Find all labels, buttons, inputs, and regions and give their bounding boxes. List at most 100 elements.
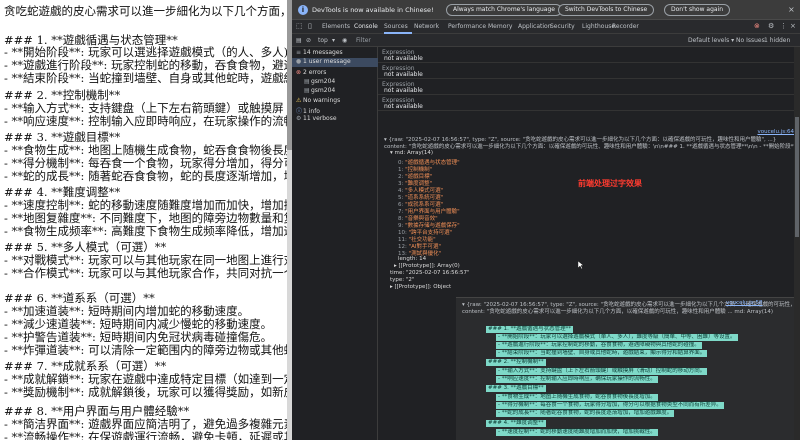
array-length: length: 14	[398, 256, 427, 262]
document-line: - **加速道装**: 短時期间内增加蛇的移動速度。	[4, 304, 250, 318]
sidebar-item-label: 1 info	[303, 108, 320, 115]
file-icon: ▤	[304, 78, 310, 85]
document-line: - **地图复雜度**: 不同難度下，地图的障旁边物數量和复雜	[4, 211, 290, 225]
clear-console-icon[interactable]: ⊘	[306, 37, 311, 44]
document-line: - **对戰模式**: 玩家可以与其他玩家在同一地图上進行对戰	[4, 253, 290, 267]
document-line: - **流畅操作**: 在保遊戲運行流畅，避免卡頓，延遲或其	[4, 430, 290, 440]
document-line: ### 2. **控制機制**	[4, 88, 121, 102]
switch-to-chinese-button[interactable]: Switch DevTools to Chinese	[558, 4, 655, 16]
sidebar-item-user[interactable]: ● 1 user message	[292, 58, 378, 67]
error-count-icon[interactable]: ⊗	[754, 22, 760, 30]
highlighted-text-line: ### 2. **控制機制**	[486, 359, 546, 366]
document-line: - **獎励機制**: 成就解鎖後，玩家可以獲得獎励，如新皮肤	[4, 385, 290, 399]
tab-application[interactable]: Application	[518, 23, 552, 30]
document-line: ### 3. **遊戲目標**	[4, 130, 121, 144]
highlighted-text-line: ### 1. **遊戲循遇与状态管理**	[486, 326, 574, 333]
document-line: - **食物生成**: 地图上随機生成食物，蛇吞食食物後長度增	[4, 143, 290, 157]
tab-sources[interactable]: Sources	[384, 23, 408, 30]
highlighted-text-line: - **响应速度**：控制输入应即時响应，确保玩家操作的流畅性。	[496, 376, 658, 383]
sidebar-item-label: 11 verbose	[303, 115, 337, 122]
document-line: - **合作模式**: 玩家可以与其他玩家合作，共同对抗一个挑	[4, 266, 290, 280]
filter-input[interactable]: Filter	[356, 37, 371, 44]
highlighted-text-line: ### 3. **遊戲目標**	[486, 385, 546, 392]
tab-elements[interactable]: Elements	[322, 23, 350, 30]
time-field: time: "2025-02-07 16:56:57"	[390, 270, 470, 276]
prototype-row: ▸ [[Prototype]]: Object	[390, 284, 452, 290]
document-line: 贪吃蛇遊戲的皮心需求可以進一步細化为以下几个方面，以年保	[4, 4, 290, 18]
context-selector[interactable]: top	[318, 37, 328, 44]
devtools-tabbar: ⬚ ▯ Elements Console Sources Network Perform…	[292, 20, 800, 34]
sidebar-item-file[interactable]: ▤gsm204	[292, 78, 378, 87]
expression-value: not available	[384, 87, 423, 94]
info-icon: ⓘ	[296, 108, 303, 115]
tab-performance[interactable]: Performance	[448, 23, 486, 30]
expression-row: Expression not available	[378, 95, 800, 111]
console-scroll-thumb[interactable]	[795, 117, 799, 237]
devtools-panel: i DevTools is now available in Chinese! …	[292, 0, 800, 440]
highlighted-text-line: - **速度控制**：蛇的移動速度随難度增加而加快，增加挑戰性。	[496, 429, 658, 436]
tab-lighthouse[interactable]: Lighthouse	[582, 23, 615, 30]
sidebar-item-verbose[interactable]: ⚙ 11 verbose	[292, 115, 378, 124]
list-icon: ≡	[296, 49, 302, 56]
document-line: - **開始阶段**: 玩家可以選逃择遊戲模式（的人、多人)、	[4, 45, 290, 59]
document-line: - **遊戲進行阶段**: 玩家控制蛇的移動，吞食食物，避遇障	[4, 58, 290, 72]
sidebar-item-label: gsm204	[311, 78, 336, 85]
mouse-cursor-icon	[578, 261, 584, 269]
highlighted-text-line: ### 4. **難度调整**	[486, 420, 546, 427]
document-line: ### 4. **難度调整**	[4, 185, 121, 199]
document-line: - **蛇的成長**: 随著蛇吞食食物，蛇的長度逐渐增加，增加	[4, 169, 290, 183]
console-sidebar: ≡ 14 messages ● 1 user message ⊗ 2 errors ▤gsm…	[292, 47, 378, 440]
array-header[interactable]: ▾ md: Array(14)	[390, 150, 433, 156]
dont-show-again-button[interactable]: Don't show again	[664, 4, 731, 16]
expression-value: not available	[384, 71, 423, 78]
sidebar-item-file[interactable]: ▤gsm204	[292, 87, 378, 96]
gear-icon[interactable]: ⚙	[768, 22, 774, 30]
console-scrollbar[interactable]	[794, 47, 800, 440]
user-icon: ●	[296, 58, 302, 65]
tab-security[interactable]: Security	[550, 23, 575, 30]
document-line: ### 7. **成就系系（可選）**	[4, 359, 167, 373]
chevron-down-icon[interactable]: ▾	[332, 37, 335, 44]
log-source-link: voucelu.js:58	[726, 300, 763, 306]
tab-recorder[interactable]: Recorder	[612, 23, 639, 30]
type-field: type: "2"	[390, 277, 415, 283]
sidebar-item-list[interactable]: ≡ 14 messages	[292, 49, 378, 58]
tab-memory[interactable]: Memory	[488, 23, 512, 30]
sidebar-item-label: 14 messages	[303, 49, 343, 56]
tab-network[interactable]: Network	[414, 23, 439, 30]
expression-value: not available	[384, 55, 423, 62]
close-icon[interactable]: ×	[788, 5, 795, 14]
sidebar-item-warn[interactable]: ⚠ No warnings	[292, 97, 378, 106]
device-toggle-icon[interactable]: ▯	[308, 22, 312, 30]
expression-value: not available	[384, 103, 423, 110]
sidebar-item-label: 1 user message	[303, 58, 351, 65]
console-output: Expression not available Expression not ava…	[378, 47, 800, 440]
highlighted-text-line: - **遊戲進行阶段**：玩家控制蛇的移動，吞食食物，避遇障礙物與其他蛇的碰撞。	[496, 342, 702, 349]
document-line: - **输入方式**: 支持鍵盘（上下左右箭頭鍵）或触摸屏（滑	[4, 101, 290, 115]
sidebar-item-err[interactable]: ⊗ 2 errors	[292, 69, 378, 78]
more-menu-icon[interactable]: ⋮	[780, 22, 787, 30]
document-line: - **得分機制**: 每吞食一个食物，玩家得分增加，得分可以	[4, 156, 290, 170]
file-icon: ▤	[304, 87, 310, 94]
issues-link[interactable]: No Issues	[736, 37, 765, 44]
expression-row: Expression not available	[378, 63, 800, 79]
info-icon: i	[298, 5, 308, 15]
sidebar-toggle-icon[interactable]: ▤	[296, 37, 302, 44]
highlighted-text-line: - **得分機制**：每吞食一个食物，玩家得分增加，得分可以根据食物类型不同而有…	[496, 402, 724, 409]
document-line: - **成就解鎖**: 玩家在遊戲中達成特定目標（如達到一定長	[4, 372, 290, 386]
expression-row: Expression not available	[378, 47, 800, 63]
sidebar-item-info[interactable]: ⓘ1 info	[292, 106, 378, 115]
console-filterbar: ▤ ⊘ top ▾ ◉ Filter Default levels ▾ No I…	[292, 34, 800, 47]
highlighted-text-line: - **输入方式**：支持鍵盘（上下左右箭頭鍵）或触摸屏（滑动）控制蛇的移动方向…	[496, 368, 708, 375]
inspect-icon[interactable]: ⬚	[296, 22, 303, 30]
language-infobar: i DevTools is now available in Chinese! …	[292, 0, 800, 20]
document-pane: 贪吃蛇遊戲的皮心需求可以進一步細化为以下几个方面，以年保### 1. **遊戲循…	[0, 0, 290, 440]
document-line: ### 6. **道系系（可選）**	[4, 291, 155, 305]
document-line: ### 5. **多人模式（可選）**	[4, 240, 167, 254]
log-levels-dropdown[interactable]: Default levels ▾	[688, 37, 734, 44]
err-icon: ⊗	[296, 69, 302, 76]
always-match-language-button[interactable]: Always match Chrome's language	[446, 4, 562, 16]
eye-icon[interactable]: ◉	[342, 37, 347, 44]
tab-console[interactable]: Console	[354, 23, 378, 30]
close-devtools-icon[interactable]: ×	[790, 22, 796, 30]
